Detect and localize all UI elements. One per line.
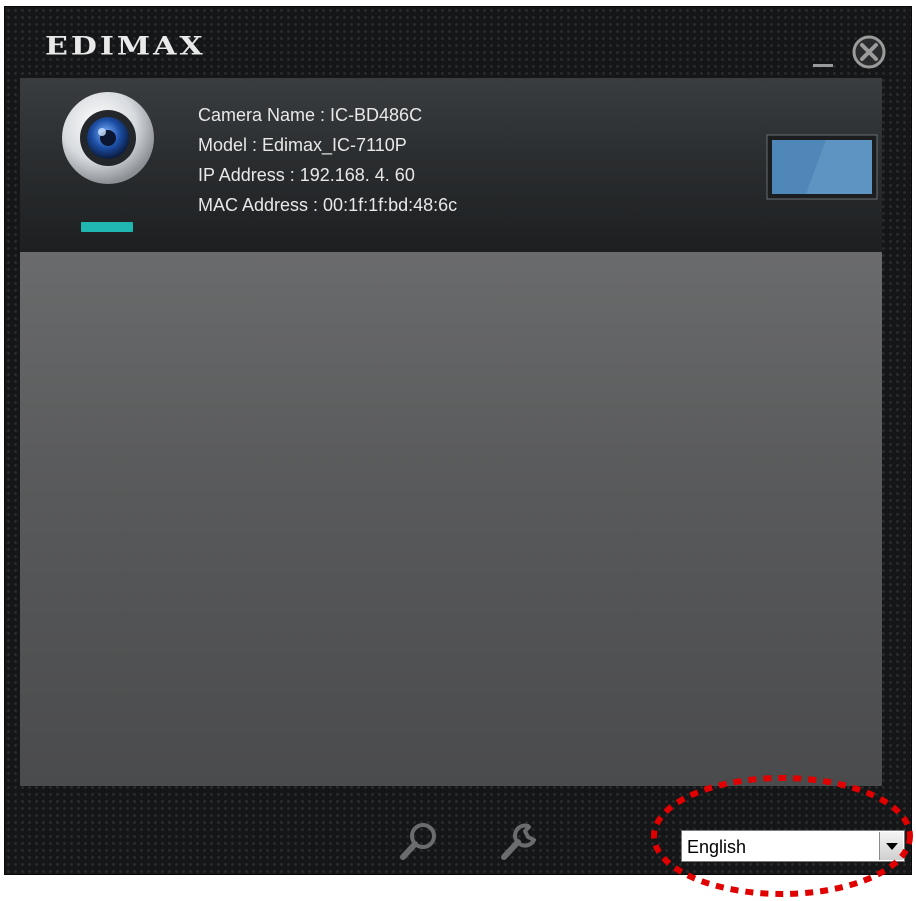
camera-mac-address: MAC Address : 00:1f:1f:bd:48:6c (198, 195, 458, 215)
camera-name: Camera Name : IC-BD486C (198, 105, 423, 125)
camera-ip-address: IP Address : 192.168. 4. 60 (198, 165, 415, 185)
language-select[interactable]: English (681, 830, 905, 862)
camera-icon (62, 92, 154, 184)
language-selected-value: English (687, 837, 747, 857)
minimize-button[interactable] (811, 45, 835, 67)
camera-model: Model : Edimax_IC-7110P (198, 135, 407, 155)
close-button[interactable] (851, 34, 887, 70)
camera-list-area (20, 252, 882, 786)
camera-list-item[interactable]: Camera Name : IC-BD486C Model : Edimax_I… (20, 78, 882, 253)
edimax-logo: EDIMAX (45, 31, 206, 62)
magnifier-icon[interactable] (398, 820, 440, 862)
dropdown-arrow-icon[interactable] (879, 832, 903, 860)
live-view-monitor-icon[interactable] (766, 134, 878, 200)
connection-status-indicator (81, 222, 133, 232)
wrench-icon[interactable] (498, 820, 540, 862)
camera-info: Camera Name : IC-BD486C Model : Edimax_I… (198, 100, 457, 220)
